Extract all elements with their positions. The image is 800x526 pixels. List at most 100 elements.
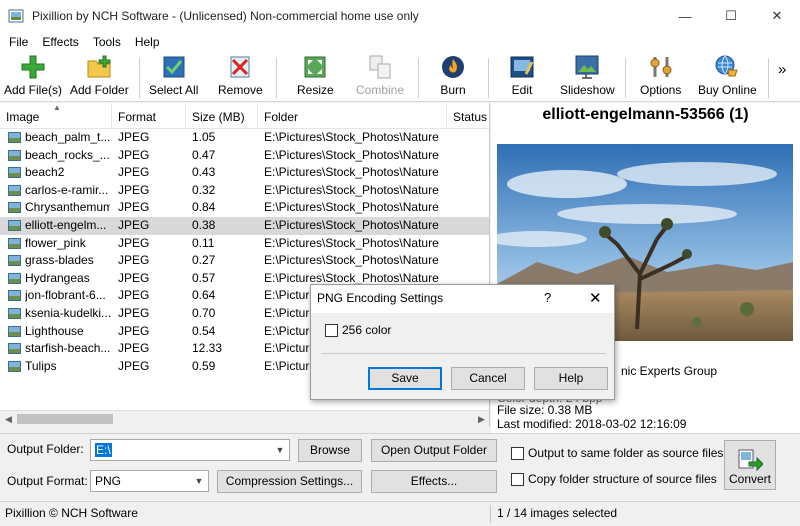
select-all-button[interactable]: Select All [149, 54, 198, 100]
toolbar-more-button[interactable]: » [778, 58, 786, 104]
remove-button[interactable]: Remove [218, 54, 263, 100]
effects-button[interactable]: Effects... [371, 470, 497, 493]
add-files-label: Add File(s) [4, 83, 63, 97]
dialog-help-button[interactable]: Help [534, 367, 608, 390]
same-folder-checkbox[interactable]: Output to same folder as source files [511, 446, 723, 460]
checkbox-box[interactable] [511, 446, 524, 460]
toolbar-separator [625, 58, 626, 98]
dialog-title-bar: PNG Encoding Settings ? ✕ [311, 285, 614, 313]
close-button[interactable]: ✕ [754, 0, 800, 32]
toolbar-separator [488, 58, 489, 98]
menu-file[interactable]: File [2, 35, 35, 49]
status-copyright: Pixillion © NCH Software [5, 506, 138, 520]
dialog-cancel-button[interactable]: Cancel [451, 367, 525, 390]
output-format-combo[interactable]: PNG ▼ [90, 470, 209, 492]
cell-format: JPEG [118, 270, 150, 285]
menu-effects[interactable]: Effects [35, 35, 85, 49]
resize-button[interactable]: Resize [297, 54, 334, 100]
cell-size: 0.27 [192, 253, 216, 268]
cell-size: 0.84 [192, 200, 216, 215]
toolbar-separator [139, 58, 140, 98]
dialog-separator [321, 353, 606, 354]
chevron-right-icon: » [778, 61, 787, 78]
chevron-down-icon[interactable]: ▼ [271, 440, 289, 460]
table-row[interactable]: beach_rocks_... JPEG 0.47 E:\Pictures\Stock… [0, 147, 489, 165]
edit-icon [510, 56, 534, 78]
checkbox-box[interactable] [325, 323, 338, 337]
burn-button[interactable]: Burn [440, 54, 466, 100]
cell-folder: E:\Pictures\Stock_Photos\Nature [264, 182, 439, 197]
table-row[interactable]: beach2 JPEG 0.43 E:\Pictures\Stock_Photos\N… [0, 164, 489, 182]
checkbox-box[interactable] [511, 472, 524, 486]
image-thumbnail-icon [8, 343, 21, 355]
dialog-title: PNG Encoding Settings [317, 291, 444, 305]
close-icon: ✕ [771, 8, 783, 23]
add-folder-button[interactable]: Add Folder [70, 54, 129, 100]
menu-help[interactable]: Help [128, 35, 167, 49]
convert-icon [738, 449, 763, 472]
horizontal-scrollbar[interactable]: ◀ ▶ [0, 410, 489, 427]
maximize-button[interactable]: ☐ [708, 0, 754, 32]
output-folder-label: Output Folder: [7, 442, 84, 456]
menu-bar: File Effects Tools Help [0, 32, 800, 52]
preview-info-type: nic Experts Group [621, 364, 718, 378]
status-divider [490, 505, 491, 523]
menu-tools[interactable]: Tools [86, 35, 128, 49]
browse-button[interactable]: Browse [298, 439, 362, 462]
dialog-close-icon[interactable]: ✕ [589, 289, 602, 307]
cell-image: beach2 [25, 165, 65, 180]
options-button[interactable]: Options [640, 54, 681, 100]
output-folder-combo[interactable]: E:\ ▼ [90, 439, 290, 461]
table-row[interactable]: flower_pink JPEG 0.11 E:\Pictures\Stock_Pho… [0, 235, 489, 253]
table-row[interactable]: beach_palm_t... JPEG 1.05 E:\Pictures\Stock… [0, 129, 489, 147]
add-files-icon [21, 55, 45, 79]
column-folder[interactable]: Folder [258, 103, 447, 129]
image-thumbnail-icon [8, 167, 21, 179]
slideshow-icon [575, 55, 599, 79]
cell-format: JPEG [118, 323, 150, 338]
cell-size: 0.70 [192, 306, 216, 320]
table-row[interactable]: grass-blades JPEG 0.27 E:\Pictures\Stock_Ph… [0, 252, 489, 270]
combine-button[interactable]: Combine [356, 54, 404, 100]
cell-image: starfish-beach... [25, 341, 110, 356]
combine-icon [369, 55, 391, 79]
resize-icon [304, 56, 326, 78]
table-row[interactable]: Chrysanthemum JPEG 0.84 E:\Pictures\Stock_P… [0, 199, 489, 217]
table-row[interactable]: carlos-e-ramir... JPEG 0.32 E:\Pictures\Sto… [0, 182, 489, 200]
column-image[interactable]: Image [0, 103, 112, 129]
convert-button[interactable]: Convert [724, 440, 776, 490]
remove-label: Remove [218, 83, 263, 97]
slideshow-button[interactable]: Slideshow [560, 54, 615, 100]
column-format[interactable]: Format [112, 103, 186, 129]
image-thumbnail-icon [8, 237, 21, 249]
chevron-down-icon[interactable]: ▼ [190, 471, 208, 491]
open-output-folder-button[interactable]: Open Output Folder [371, 439, 497, 462]
column-status[interactable]: Status [447, 103, 489, 129]
scroll-right-icon[interactable]: ▶ [473, 411, 489, 427]
output-folder-value: E:\ [95, 443, 112, 457]
scroll-left-icon[interactable]: ◀ [0, 411, 17, 427]
cell-image: carlos-e-ramir... [25, 182, 109, 197]
help-icon[interactable]: ? [544, 290, 551, 305]
edit-button[interactable]: Edit [509, 54, 535, 100]
cell-folder: E:\Pictures\Stock_Photos\Nature [264, 165, 439, 180]
buy-online-button[interactable]: Buy Online [698, 54, 757, 100]
add-files-button[interactable]: Add File(s) [4, 54, 62, 100]
output-format-label: Output Format: [7, 474, 88, 488]
cell-size: 0.11 [192, 235, 215, 250]
color-256-checkbox[interactable]: 256 color [325, 323, 391, 337]
image-thumbnail-icon [8, 220, 21, 231]
color-256-label: 256 color [342, 323, 392, 337]
table-row[interactable]: elliott-engelm... JPEG 0.38 E:\Pictures\Sto… [0, 217, 489, 235]
scrollbar-thumb[interactable] [17, 414, 113, 424]
minimize-button[interactable]: — [662, 0, 708, 32]
compression-settings-button[interactable]: Compression Settings... [217, 470, 362, 493]
cell-format: JPEG [118, 253, 150, 268]
buy-online-icon [715, 55, 739, 77]
dialog-save-button[interactable]: Save [368, 367, 442, 390]
output-settings-panel: Output Folder: E:\ ▼ Browse Open Output … [0, 433, 800, 497]
cell-folder: E:\Pictures\Stock_Photos\Nature [264, 147, 439, 162]
column-size[interactable]: Size (MB) [186, 103, 258, 129]
copy-structure-checkbox[interactable]: Copy folder structure of source files [511, 472, 717, 486]
cell-size: 0.47 [192, 147, 216, 162]
